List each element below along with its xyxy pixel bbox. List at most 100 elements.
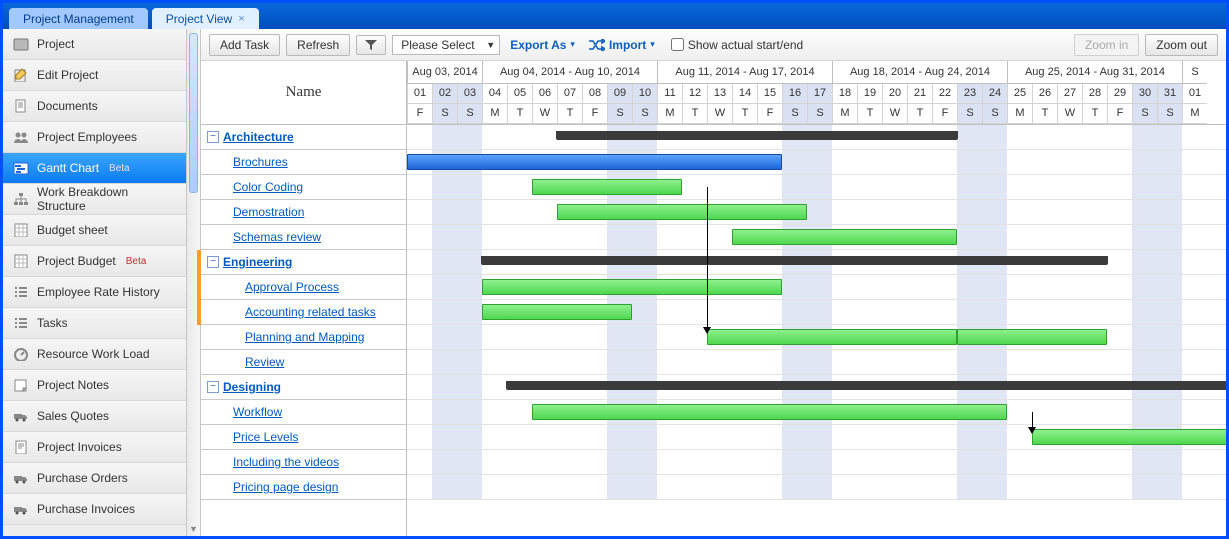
show-actual-input[interactable]: [671, 38, 684, 51]
day-number: 27: [1057, 84, 1082, 104]
task-row[interactable]: Schemas review: [201, 225, 406, 250]
task-row[interactable]: Planning and Mapping: [201, 325, 406, 350]
task-row[interactable]: Pricing page design: [201, 475, 406, 500]
task-row[interactable]: Demostration: [201, 200, 406, 225]
sidebar-item-purchase-invoices[interactable]: Purchase Invoices: [3, 494, 186, 525]
task-bar[interactable]: [1032, 429, 1226, 445]
sidebar-item-label: Documents: [37, 99, 98, 113]
zoom-out-button[interactable]: Zoom out: [1145, 34, 1218, 56]
sidebar-item-project-employees[interactable]: Project Employees: [3, 122, 186, 153]
task-row[interactable]: Review: [201, 350, 406, 375]
sidebar-item-resource-work-load[interactable]: Resource Work Load: [3, 339, 186, 370]
add-task-button[interactable]: Add Task: [209, 34, 280, 56]
sidebar-item-project-budget[interactable]: Project BudgetBeta: [3, 246, 186, 277]
task-row[interactable]: Color Coding: [201, 175, 406, 200]
collapse-icon[interactable]: −: [207, 256, 219, 268]
sidebar-item-project-notes[interactable]: Project Notes: [3, 370, 186, 401]
collapse-icon[interactable]: −: [207, 131, 219, 143]
task-link[interactable]: Including the videos: [233, 455, 339, 469]
refresh-button[interactable]: Refresh: [286, 34, 350, 56]
sidebar-item-work-breakdown-structure[interactable]: Work Breakdown Structure: [3, 184, 186, 215]
show-actual-checkbox[interactable]: Show actual start/end: [671, 38, 803, 52]
day-number: 08: [582, 84, 607, 104]
task-row[interactable]: Including the videos: [201, 450, 406, 475]
day-number: 18: [832, 84, 857, 104]
import-button[interactable]: Import▾: [585, 35, 659, 55]
task-link[interactable]: Color Coding: [233, 180, 303, 194]
task-row[interactable]: −Architecture: [201, 125, 406, 150]
task-link[interactable]: Architecture: [223, 130, 294, 144]
sidebar-item-gantt-chart[interactable]: Gantt ChartBeta: [3, 153, 186, 184]
zoom-in-button[interactable]: Zoom in: [1074, 34, 1139, 56]
task-bar[interactable]: [532, 179, 682, 195]
summary-bar[interactable]: [482, 256, 1107, 265]
invoice-icon: [13, 440, 29, 454]
day-of-week: M: [1182, 104, 1207, 124]
task-link[interactable]: Workflow: [233, 405, 282, 419]
task-bar[interactable]: [482, 304, 632, 320]
sidebar-item-edit-project[interactable]: Edit Project: [3, 60, 186, 91]
tab-project-view[interactable]: Project View ×: [152, 8, 259, 29]
scroll-thumb[interactable]: [189, 33, 198, 193]
sidebar-item-project-invoices[interactable]: Project Invoices: [3, 432, 186, 463]
task-link[interactable]: Engineering: [223, 255, 292, 269]
gantt-lane: [407, 475, 1226, 500]
tab-project-management[interactable]: Project Management: [9, 8, 148, 29]
task-row[interactable]: −Engineering: [201, 250, 406, 275]
summary-bar[interactable]: [507, 381, 1226, 390]
sidebar-item-employee-rate-history[interactable]: Employee Rate History: [3, 277, 186, 308]
filter-button[interactable]: [356, 35, 386, 55]
week-header: Aug 18, 2014 - Aug 24, 2014: [832, 61, 1007, 84]
task-bar[interactable]: [532, 404, 1007, 420]
task-row[interactable]: Brochures: [201, 150, 406, 175]
gantt-chart: Name −ArchitectureBrochuresColor CodingD…: [201, 61, 1226, 536]
collapse-icon[interactable]: −: [207, 381, 219, 393]
sidebar-item-purchase-orders[interactable]: Purchase Orders: [3, 463, 186, 494]
sidebar-item-sales-quotes[interactable]: Sales Quotes: [3, 401, 186, 432]
day-number: 14: [732, 84, 757, 104]
task-link[interactable]: Review: [245, 355, 284, 369]
day-of-week: T: [732, 104, 757, 124]
task-row[interactable]: −Designing: [201, 375, 406, 400]
sidebar-item-project[interactable]: Project: [3, 29, 186, 60]
category-select[interactable]: Please Select▼: [392, 35, 500, 55]
day-of-week: M: [832, 104, 857, 124]
gantt-lane: [407, 400, 1226, 425]
gantt-lane: [407, 325, 1226, 350]
task-row[interactable]: Approval Process: [201, 275, 406, 300]
sidebar-item-documents[interactable]: Documents: [3, 91, 186, 122]
task-bar[interactable]: [732, 229, 957, 245]
task-link[interactable]: Pricing page design: [233, 480, 338, 494]
day-number: 25: [1007, 84, 1032, 104]
task-link[interactable]: Planning and Mapping: [245, 330, 364, 344]
day-of-week: T: [682, 104, 707, 124]
sidebar-item-tasks[interactable]: Tasks: [3, 308, 186, 339]
task-link[interactable]: Accounting related tasks: [245, 305, 376, 319]
task-link[interactable]: Designing: [223, 380, 281, 394]
gantt-icon: [13, 161, 29, 175]
summary-bar[interactable]: [557, 131, 957, 140]
toolbar: Add Task Refresh Please Select▼ Export A…: [201, 29, 1226, 61]
export-as-button[interactable]: Export As▾: [506, 35, 579, 55]
task-bar[interactable]: [407, 154, 782, 170]
day-number: 29: [1107, 84, 1132, 104]
task-row[interactable]: Accounting related tasks: [201, 300, 406, 325]
task-row[interactable]: Price Levels: [201, 425, 406, 450]
task-bar[interactable]: [482, 279, 782, 295]
timeline-area[interactable]: Aug 03, 2014Aug 04, 2014 - Aug 10, 2014A…: [407, 61, 1226, 536]
sidebar-item-budget-sheet[interactable]: Budget sheet: [3, 215, 186, 246]
task-link[interactable]: Price Levels: [233, 430, 298, 444]
task-name-column: Name −ArchitectureBrochuresColor CodingD…: [201, 61, 407, 536]
task-link[interactable]: Approval Process: [245, 280, 339, 294]
week-header: S: [1182, 61, 1207, 84]
task-bar[interactable]: [557, 204, 807, 220]
task-row[interactable]: Workflow: [201, 400, 406, 425]
task-link[interactable]: Brochures: [233, 155, 288, 169]
task-bar[interactable]: [707, 329, 957, 345]
task-bar[interactable]: [957, 329, 1107, 345]
task-link[interactable]: Demostration: [233, 205, 304, 219]
scroll-down-icon[interactable]: ▼: [187, 522, 200, 536]
task-link[interactable]: Schemas review: [233, 230, 321, 244]
week-header: Aug 03, 2014: [407, 61, 482, 84]
close-icon[interactable]: ×: [238, 13, 244, 25]
